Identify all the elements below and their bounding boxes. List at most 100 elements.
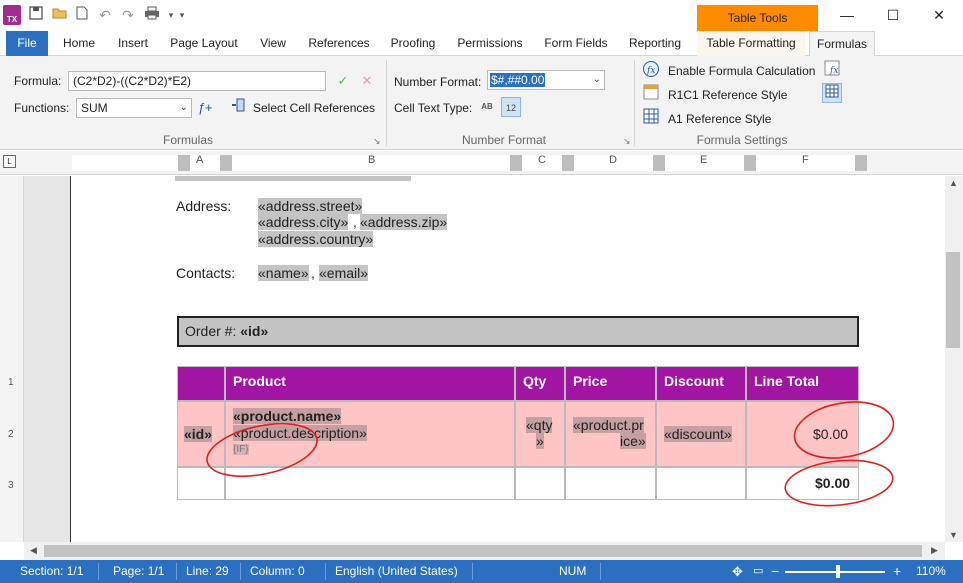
functions-select-value: SUM <box>81 101 108 115</box>
tab-references[interactable]: References <box>300 31 378 56</box>
tab-table-formatting[interactable]: Table Formatting <box>697 31 805 56</box>
formula-cell-icon[interactable]: fx <box>822 60 842 80</box>
show-formula-grid-icon[interactable] <box>822 83 842 103</box>
svg-text:fx: fx <box>646 66 655 76</box>
select-cell-references-button[interactable]: Select Cell References <box>253 101 375 115</box>
select-cell-references-icon[interactable] <box>228 98 248 118</box>
annotation-ellipse-grand-total <box>784 459 894 507</box>
open-folder-icon[interactable] <box>51 6 69 24</box>
group-separator <box>634 60 635 146</box>
scroll-left-icon[interactable]: ◀ <box>30 545 37 556</box>
cell-text-type-label: Cell Text Type: <box>394 101 473 115</box>
tab-form-fields[interactable]: Form Fields <box>538 31 614 56</box>
annotation-ellipse-if-field <box>206 422 318 478</box>
tab-file[interactable]: File <box>6 31 48 56</box>
functions-select[interactable]: SUM ⌄ <box>76 98 192 118</box>
ribbon-tabs: File Home Insert Page Layout View Refere… <box>0 31 963 57</box>
zoom-slider-track[interactable] <box>785 571 885 573</box>
status-page: Page: 1/1 <box>113 564 165 578</box>
zoom-level[interactable]: 110% <box>916 560 946 583</box>
row-header-2: 2 <box>8 429 14 440</box>
column-marker[interactable] <box>178 155 190 171</box>
horizontal-scroll-thumb[interactable] <box>44 545 922 557</box>
tab-formulas[interactable]: Formulas <box>809 31 875 57</box>
number-format-group-label: Number Format <box>461 133 547 147</box>
tab-proofing[interactable]: Proofing <box>384 31 442 56</box>
formulas-dialog-launcher-icon[interactable]: ↘ <box>373 136 381 147</box>
context-tab-table-tools: Table Tools <box>697 5 818 31</box>
functions-label: Functions: <box>14 101 70 115</box>
insert-function-icon[interactable]: ƒ+ <box>195 98 215 118</box>
redo-icon[interactable]: ↷ <box>119 6 137 24</box>
column-header-a: A <box>196 154 204 166</box>
vertical-scroll-thumb[interactable] <box>946 252 960 348</box>
column-marker[interactable] <box>562 155 574 171</box>
save-icon[interactable] <box>27 6 45 24</box>
status-num-lock: NUM <box>559 564 587 578</box>
accept-formula-icon[interactable]: ✓ <box>333 71 353 91</box>
column-header-b: B <box>368 154 376 166</box>
document-area[interactable]: Address: «address.street» «address.city»… <box>24 176 945 542</box>
scroll-down-icon[interactable]: ▼ <box>949 530 958 540</box>
print-icon[interactable] <box>143 6 161 24</box>
zoom-slider-thumb[interactable] <box>836 565 840 578</box>
tab-permissions[interactable]: Permissions <box>450 31 530 56</box>
pan-icon[interactable]: ✥ <box>732 560 743 583</box>
chevron-down-icon: ⌄ <box>592 74 601 85</box>
tab-reporting[interactable]: Reporting <box>622 31 688 56</box>
tab-stop-selector-icon[interactable]: L <box>3 155 16 168</box>
number-format-value: $#,##0.00 <box>490 73 546 87</box>
document-page[interactable]: Address: «address.street» «address.city»… <box>70 176 945 542</box>
column-header-c: C <box>538 154 546 166</box>
maximize-button[interactable]: ☐ <box>870 4 916 26</box>
annotation-ellipse-line-total <box>793 401 895 459</box>
tab-insert[interactable]: Insert <box>110 31 156 56</box>
ribbon-formulas: Formula: (C2*D2)-((C2*D2)*E2) ✓ ✕ Functi… <box>0 56 963 150</box>
status-separator <box>176 563 177 580</box>
column-marker[interactable] <box>220 155 232 171</box>
annotation-overlay <box>206 401 895 507</box>
a1-reference-style-icon[interactable] <box>641 108 661 128</box>
formula-settings-group-label: Formula Settings <box>696 133 788 147</box>
number-format-select[interactable]: $#,##0.00 ⌄ <box>487 70 605 90</box>
r1c1-reference-style-button[interactable]: R1C1 Reference Style <box>668 88 787 102</box>
cancel-formula-icon[interactable]: ✕ <box>357 71 377 91</box>
minimize-button[interactable]: — <box>824 4 870 26</box>
column-marker[interactable] <box>653 155 665 171</box>
cell-text-type-text-button[interactable]: AB <box>477 97 497 117</box>
zoom-out-icon[interactable]: − <box>771 560 779 583</box>
column-marker[interactable] <box>855 155 867 171</box>
new-document-icon[interactable] <box>73 6 91 24</box>
scroll-right-icon[interactable]: ▶ <box>931 545 938 556</box>
close-button[interactable]: ✕ <box>916 4 962 26</box>
formula-label: Formula: <box>14 74 62 88</box>
column-header-e: E <box>700 154 708 166</box>
tab-home[interactable]: Home <box>54 31 104 56</box>
enable-formula-calculation-icon[interactable]: fx <box>641 60 661 80</box>
enable-formula-calculation-button[interactable]: Enable Formula Calculation <box>668 64 815 78</box>
number-format-dialog-launcher-icon[interactable]: ↘ <box>623 136 631 147</box>
zoom-in-icon[interactable]: + <box>893 560 901 583</box>
tab-view[interactable]: View <box>252 31 294 56</box>
chevron-down-icon: ⌄ <box>179 102 188 113</box>
column-header-f: F <box>802 154 809 166</box>
formula-input[interactable]: (C2*D2)-((C2*D2)*E2) <box>68 71 326 91</box>
tab-page-layout[interactable]: Page Layout <box>162 31 246 56</box>
status-separator <box>472 563 473 580</box>
row-header-1: 1 <box>8 377 14 388</box>
horizontal-scrollbar[interactable]: ◀ ▶ <box>24 542 945 560</box>
scroll-up-icon[interactable]: ▲ <box>949 178 958 188</box>
column-marker[interactable] <box>510 155 522 171</box>
vertical-scrollbar[interactable]: ▲ ▼ <box>945 176 963 542</box>
view-mode-icon[interactable]: ▭ <box>753 560 763 583</box>
status-language[interactable]: English (United States) <box>335 560 458 583</box>
column-marker[interactable] <box>744 155 756 171</box>
status-separator <box>325 563 326 580</box>
app-logo-icon: TX <box>3 5 21 25</box>
row-header-3: 3 <box>8 480 14 491</box>
cell-text-type-number-button[interactable]: 12 <box>501 97 521 117</box>
a1-reference-style-button[interactable]: A1 Reference Style <box>668 112 771 126</box>
r1c1-reference-style-icon[interactable] <box>641 84 661 104</box>
customize-quick-access-icon[interactable]: ▾ <box>173 6 191 24</box>
undo-icon[interactable]: ↶ <box>96 6 114 24</box>
